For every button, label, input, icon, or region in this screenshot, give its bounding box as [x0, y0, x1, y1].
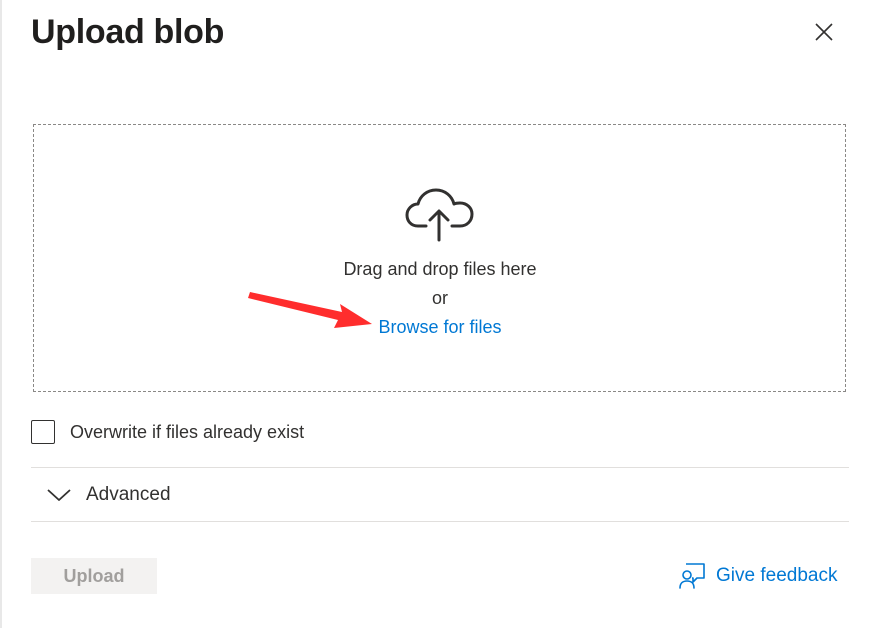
overwrite-option: Overwrite if files already exist	[31, 419, 304, 445]
advanced-label: Advanced	[86, 484, 171, 505]
upload-blob-panel: Upload blob Drag and drop files here or …	[0, 0, 876, 628]
give-feedback-label: Give feedback	[716, 565, 838, 586]
upload-button[interactable]: Upload	[31, 558, 157, 594]
close-button[interactable]	[808, 16, 840, 48]
close-icon	[815, 23, 833, 41]
drag-drop-text: Drag and drop files here	[343, 259, 537, 279]
overwrite-label: Overwrite if files already exist	[70, 422, 305, 442]
chevron-down-icon	[47, 489, 71, 501]
give-feedback-link[interactable]: Give feedback	[678, 562, 837, 590]
divider	[31, 521, 849, 522]
page-title: Upload blob	[31, 13, 225, 51]
cloud-upload-icon	[405, 188, 474, 242]
divider	[31, 467, 849, 468]
advanced-toggle[interactable]: Advanced	[31, 470, 849, 520]
overwrite-checkbox[interactable]	[31, 420, 55, 444]
or-text: or	[431, 288, 448, 308]
feedback-icon	[679, 563, 705, 589]
panel-left-edge	[0, 0, 2, 628]
browse-files-link[interactable]: Browse for files	[0, 316, 876, 338]
